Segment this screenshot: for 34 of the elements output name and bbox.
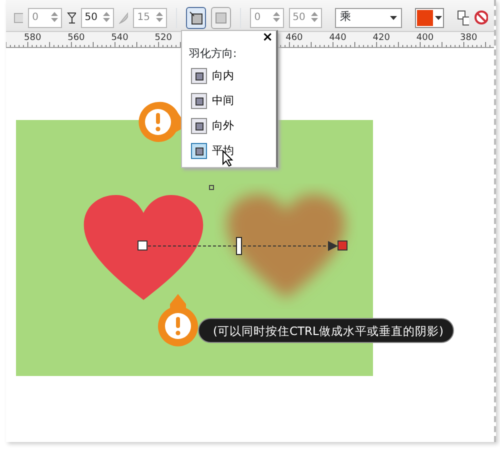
menu-item[interactable]: 向内	[191, 68, 234, 84]
menu-item[interactable]: 向外	[191, 118, 234, 134]
shadow-color-picker[interactable]	[414, 8, 444, 28]
ruler-label: 560	[68, 32, 85, 45]
ruler-label: 460	[286, 32, 303, 45]
feather-direction-icon	[194, 121, 204, 132]
caret-icon	[434, 16, 442, 20]
ruler-label: 420	[372, 32, 390, 45]
feather-direction-icon	[194, 146, 204, 156]
menu-item[interactable]: 中间	[191, 93, 234, 110]
feather-direction-button[interactable]	[186, 6, 206, 28]
ruler-label: 440	[329, 32, 346, 45]
slider-handle[interactable]	[236, 237, 242, 255]
tip-callout: (可以同时按住CTRL做成水平或垂直的阴影)	[198, 318, 454, 343]
center-point-icon	[209, 185, 214, 190]
goblet-icon	[66, 12, 76, 24]
ruler-label: 380	[460, 32, 478, 45]
ruler-label: 520	[154, 32, 172, 45]
caret-icon	[390, 16, 397, 20]
feather-edge-icon	[214, 10, 228, 24]
copy-shadow-icon[interactable]	[456, 10, 470, 26]
ruler-label: 580	[24, 32, 42, 45]
popup-title: 羽化方向:	[189, 46, 237, 62]
feather-icon	[119, 12, 128, 24]
spin-field[interactable]: 50	[80, 8, 114, 28]
clear-shadow-icon[interactable]	[474, 10, 488, 25]
merge-mode-dropdown[interactable]: 乘	[335, 8, 402, 28]
feather-direction-icon	[188, 10, 203, 24]
close-button[interactable]: ×	[262, 31, 273, 45]
feather-direction-icon	[194, 71, 204, 82]
feather-direction-icon	[194, 96, 204, 106]
ruler-label: 540	[111, 32, 128, 45]
ruler-label: 400	[416, 32, 434, 45]
spin-arrows-icon[interactable]	[103, 12, 110, 22]
